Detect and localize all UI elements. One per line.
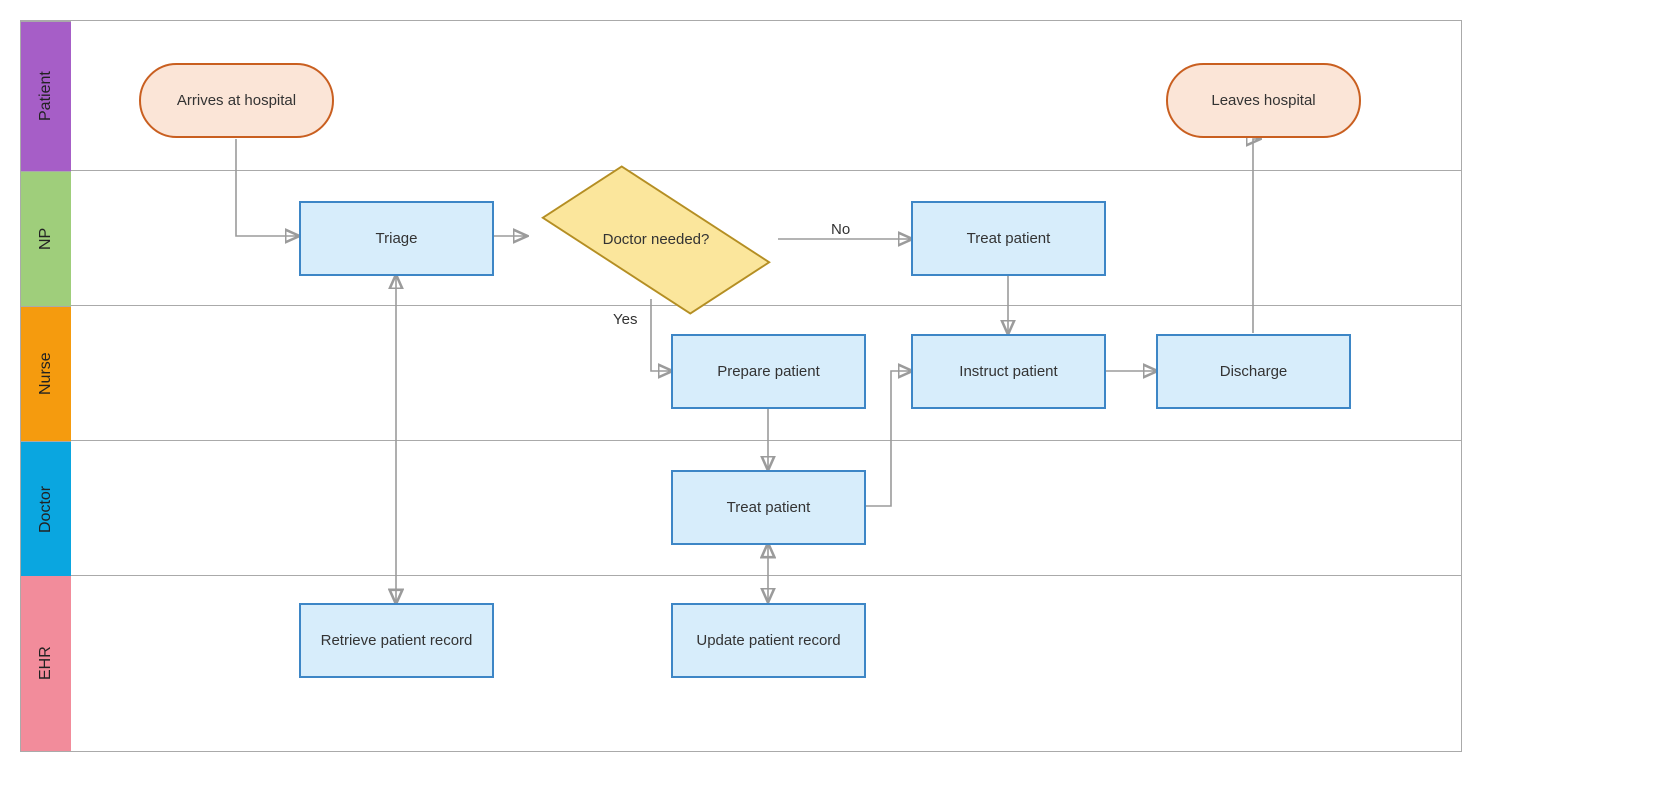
node-doctor-treat-patient: Treat patient bbox=[671, 470, 866, 545]
node-doctor-needed-decision: Doctor needed? bbox=[526, 177, 786, 302]
edge-label-no: No bbox=[829, 221, 852, 238]
lane-label-nurse: Nurse bbox=[21, 306, 71, 441]
node-prepare-patient: Prepare patient bbox=[671, 334, 866, 409]
node-discharge: Discharge bbox=[1156, 334, 1351, 409]
node-instruct-patient: Instruct patient bbox=[911, 334, 1106, 409]
node-update-patient-record: Update patient record bbox=[671, 603, 866, 678]
node-triage: Triage bbox=[299, 201, 494, 276]
node-doctor-needed-label: Doctor needed? bbox=[603, 230, 710, 250]
edge-label-yes: Yes bbox=[611, 311, 639, 328]
lane-label-doctor: Doctor bbox=[21, 441, 71, 576]
lane-label-np: NP bbox=[21, 171, 71, 306]
swimlane-diagram: Patient NP Nurse Doctor EHR bbox=[20, 20, 1462, 752]
node-retrieve-patient-record: Retrieve patient record bbox=[299, 603, 494, 678]
node-np-treat-patient: Treat patient bbox=[911, 201, 1106, 276]
node-leaves-hospital: Leaves hospital bbox=[1166, 63, 1361, 138]
node-arrives-at-hospital: Arrives at hospital bbox=[139, 63, 334, 138]
lane-label-ehr: EHR bbox=[21, 576, 71, 751]
lane-label-patient: Patient bbox=[21, 21, 71, 171]
